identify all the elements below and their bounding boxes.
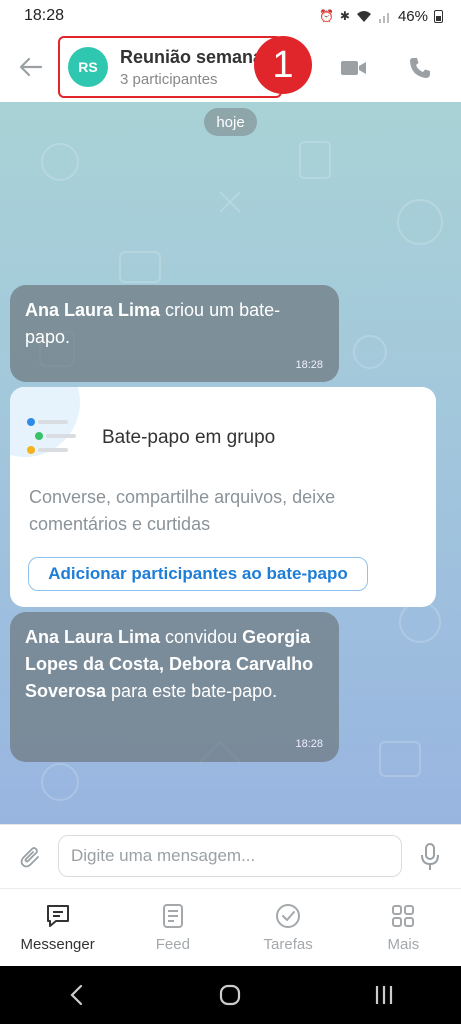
chat-title: Reunião semanal <box>120 46 269 67</box>
more-icon <box>392 905 415 927</box>
wifi-icon <box>356 10 371 22</box>
system-home-button[interactable] <box>210 975 250 1015</box>
chat-info-button[interactable]: RS Reunião semanal 3 participantes <box>58 36 282 98</box>
message-input[interactable] <box>58 835 402 877</box>
message-composer <box>0 824 461 888</box>
card-title: Bate-papo em grupo <box>102 427 276 448</box>
audio-call-button[interactable] <box>404 52 436 84</box>
add-participants-button[interactable]: Adicionar participantes ao bate-papo <box>28 557 368 591</box>
phone-icon <box>410 58 430 78</box>
nav-label: Feed <box>155 936 190 953</box>
system-recents-button[interactable] <box>364 975 404 1015</box>
video-camera-icon <box>341 61 366 75</box>
signal-icon <box>378 12 389 23</box>
microphone-button[interactable] <box>416 841 444 873</box>
step-badge: 1 <box>254 36 312 94</box>
nav-feed[interactable]: Feed <box>115 889 230 966</box>
alarm-icon: ⏰ <box>318 9 334 23</box>
chat-header: RS Reunião semanal 3 participantes 1 <box>0 32 461 102</box>
back-arrow-icon <box>19 57 43 77</box>
chat-area[interactable]: hoje Ana Laura Lima criou um bate-papo. … <box>0 102 461 824</box>
nav-more[interactable]: Mais <box>346 889 461 966</box>
card-description: Converse, compartilhe arquivos, deixe co… <box>29 487 336 534</box>
message-author: Ana Laura Lima <box>25 627 161 647</box>
group-chat-card: Bate-papo em grupo Converse, compartilhe… <box>10 387 436 607</box>
video-call-button[interactable] <box>338 54 370 82</box>
nav-messenger[interactable]: Messenger <box>0 889 115 966</box>
message-text: para este bate-papo. <box>106 681 278 701</box>
message-author: Ana Laura Lima <box>25 300 161 320</box>
message-time: 18:28 <box>295 359 323 371</box>
messenger-icon <box>46 905 69 927</box>
nav-tasks[interactable]: Tarefas <box>231 889 346 966</box>
nav-label: Messenger <box>20 936 95 953</box>
date-pill: hoje <box>204 108 257 136</box>
recents-icon <box>376 986 393 1004</box>
avatar: RS <box>68 47 108 87</box>
chevron-left-icon <box>70 984 82 1006</box>
status-bar: 18:28 ⏰ ✱ 46% <box>0 0 461 32</box>
tasks-icon <box>276 904 301 928</box>
home-icon <box>220 984 241 1006</box>
microphone-icon <box>421 843 439 870</box>
bluetooth-icon: ✱ <box>339 9 350 23</box>
system-message-created: Ana Laura Lima criou um bate-papo. 18:28 <box>10 285 339 382</box>
status-time: 18:28 <box>24 7 65 24</box>
system-back-button[interactable] <box>57 975 97 1015</box>
message-time: 18:28 <box>295 738 323 750</box>
group-chat-illustration-icon <box>27 418 76 454</box>
system-message-invited: Ana Laura Lima convidou Georgia Lopes da… <box>10 612 339 762</box>
bottom-navigation: Messenger Feed Tarefas Mais <box>0 888 461 966</box>
attach-button[interactable] <box>16 843 46 873</box>
status-icons: ⏰ ✱ 46% <box>319 8 443 25</box>
message-text: convidou <box>160 627 243 647</box>
battery-icon <box>434 9 443 23</box>
system-navigation-bar <box>0 966 461 1024</box>
nav-label: Tarefas <box>263 936 313 953</box>
chat-participants-count: 3 participantes <box>120 70 218 88</box>
paperclip-icon <box>20 847 39 868</box>
back-button[interactable] <box>0 32 62 102</box>
nav-label: Mais <box>387 936 420 953</box>
battery-percent: 46% <box>397 7 428 25</box>
feed-icon <box>162 904 183 928</box>
